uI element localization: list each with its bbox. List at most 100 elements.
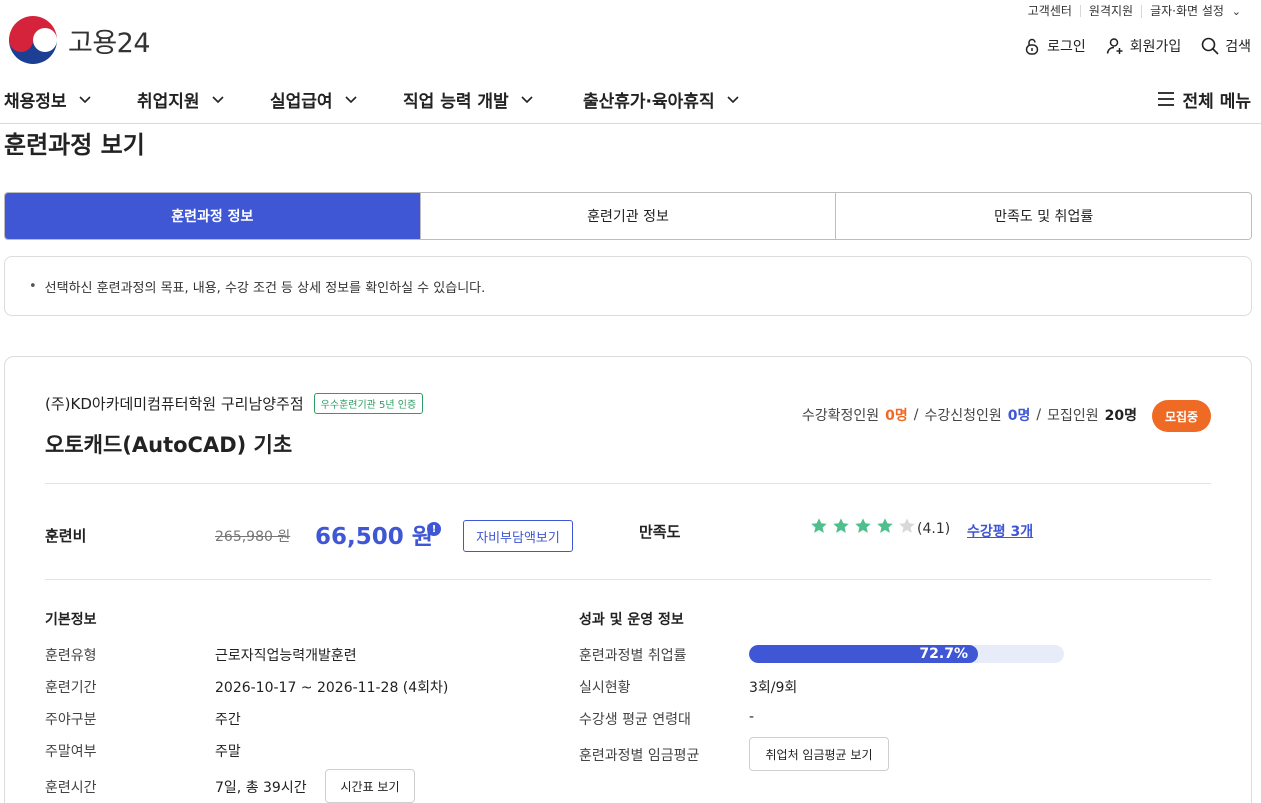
employment-rate-fill: 72.7% [749, 645, 978, 663]
star-filled-icon [855, 518, 871, 533]
notice-text: 선택하신 훈련과정의 목표, 내용, 수강 조건 등 상세 정보를 확인하실 수… [44, 280, 486, 296]
applied-value: 0명 [1007, 408, 1031, 424]
star-filled-icon [833, 518, 849, 533]
signup-label: 회원가입 [1129, 39, 1182, 55]
fee-label: 훈련비 [45, 527, 87, 545]
separator: / [913, 407, 919, 423]
discounted-fee: 66,500 원 [315, 524, 433, 550]
all-menu-label: 전체 메뉴 [1182, 91, 1251, 112]
divider [45, 483, 1211, 484]
training-period-value: 2026-10-17 ~ 2026-11-28 (4회차) [215, 680, 449, 696]
detail-tabs: 훈련과정 정보 훈련기관 정보 만족도 및 취업률 [4, 192, 1252, 240]
training-hours-label: 훈련시간 [45, 780, 97, 796]
wage-button[interactable]: 취업처 임금평균 보기 [749, 737, 889, 771]
satisfaction-label: 만족도 [639, 523, 681, 541]
applied-label: 수강신청인원 [924, 408, 1002, 424]
site-logo[interactable]: 고용24 [8, 15, 151, 65]
gnb-item-vocational-training[interactable]: 직업 능력 개발 [403, 84, 533, 114]
star-filled-icon [811, 518, 827, 533]
search-label: 검색 [1225, 39, 1251, 55]
employment-rate-label: 훈련과정별 취업률 [579, 648, 687, 664]
age-label: 수강생 평균 연령대 [579, 712, 691, 728]
star-filled-icon [877, 518, 893, 533]
chevron-down-icon: ⌄ [1231, 4, 1241, 18]
chevron-down-icon [78, 96, 91, 104]
gnb-label: 실업급여 [270, 91, 333, 112]
basic-info-title: 기본정보 [45, 612, 97, 628]
taegeuk-logo-icon [9, 16, 57, 64]
search-icon [1201, 37, 1219, 55]
bullet-icon: • [29, 278, 37, 294]
logo-text: 고용24 [68, 27, 151, 59]
institution-name[interactable]: (주)KD아카데미컴퓨터학원 구리남양주점 [45, 393, 304, 414]
course-card: (주)KD아카데미컴퓨터학원 구리남양주점 우수훈련기관 5년 인증 오토캐드(… [4, 356, 1252, 803]
reviews-link[interactable]: 수강평 3개 [967, 521, 1033, 541]
separator: / [1036, 407, 1042, 423]
star-empty-icon [899, 518, 915, 533]
gnb-label: 직업 능력 개발 [403, 91, 509, 112]
all-menu-button[interactable]: 전체 메뉴 [1157, 84, 1251, 114]
age-value: - [749, 709, 755, 725]
capacity-label: 모집인원 [1047, 408, 1099, 424]
gnb-item-parental-leave[interactable]: 출산휴가·육아휴직 [583, 84, 739, 114]
search-button[interactable]: 검색 [1201, 36, 1251, 56]
account-actions: 로그인 회원가입 검색 [1023, 36, 1251, 56]
user-add-icon [1106, 38, 1123, 54]
info-notice: • 선택하신 훈련과정의 목표, 내용, 수강 조건 등 상세 정보를 확인하실… [4, 256, 1252, 316]
global-navigation: 채용정보 취업지원 실업급여 직업 능력 개발 출산휴가·육아휴직 전체 메뉴 [0, 84, 1261, 124]
gnb-label: 취업지원 [137, 91, 200, 112]
timetable-button[interactable]: 시간표 보기 [325, 769, 415, 803]
capacity-value: 20명 [1104, 408, 1137, 424]
rating-stars [810, 517, 916, 535]
institution-row: (주)KD아카데미컴퓨터학원 구리남양주점 우수훈련기관 5년 인증 [45, 393, 424, 414]
training-hours-value: 7일, 총 39시간 [215, 780, 307, 796]
gnb-item-jobs[interactable]: 채용정보 [4, 84, 91, 114]
training-type-label: 훈련유형 [45, 648, 97, 664]
signup-button[interactable]: 회원가입 [1106, 36, 1182, 56]
status-label: 실시현황 [579, 680, 631, 696]
tab-satisfaction-employment[interactable]: 만족도 및 취업률 [835, 193, 1251, 239]
login-button[interactable]: 로그인 [1023, 36, 1086, 56]
training-type-value: 근로자직업능력개발훈련 [215, 648, 357, 664]
day-night-label: 주야구분 [45, 712, 97, 728]
gnb-label: 출산휴가·육아휴직 [583, 91, 715, 112]
weekend-value: 주말 [215, 744, 241, 760]
chevron-down-icon [211, 96, 224, 104]
chevron-down-icon [521, 96, 533, 104]
self-pay-button[interactable]: 자비부담액보기 [463, 520, 573, 552]
gnb-item-employment-support[interactable]: 취업지원 [137, 84, 224, 114]
gnb-item-unemployment-benefit[interactable]: 실업급여 [270, 84, 357, 114]
performance-title: 성과 및 운영 정보 [579, 612, 684, 628]
status-badge: 모집중 [1152, 400, 1211, 432]
chevron-down-icon [344, 96, 357, 104]
tab-institution-info[interactable]: 훈련기관 정보 [419, 193, 836, 239]
certification-badge: 우수훈련기관 5년 인증 [313, 393, 424, 414]
status-value: 3회/9회 [749, 680, 798, 696]
original-fee: 265,980 원 [215, 529, 291, 545]
divider [45, 579, 1211, 580]
wage-label: 훈련과정별 임금평균 [579, 748, 700, 764]
display-settings-button[interactable]: 글자·화면 설정 ⌄ [1141, 3, 1249, 18]
enrollment-counts: 수강확정인원 0명 / 수강신청인원 0명 / 모집인원 20명 [802, 405, 1137, 425]
info-icon[interactable]: ! [427, 522, 441, 536]
day-night-value: 주간 [215, 712, 241, 728]
confirmed-label: 수강확정인원 [801, 408, 880, 424]
top-utility-bar: 고객센터 원격지원 글자·화면 설정 ⌄ [1020, 2, 1249, 20]
customer-center-link[interactable]: 고객센터 [1020, 5, 1080, 17]
weekend-label: 주말여부 [45, 744, 97, 760]
rating-value: (4.1) [917, 521, 951, 537]
hamburger-menu-icon [1157, 92, 1174, 106]
gnb-label: 채용정보 [4, 91, 67, 112]
chevron-down-icon [727, 96, 739, 104]
tab-course-info[interactable]: 훈련과정 정보 [5, 193, 420, 239]
remote-support-link[interactable]: 원격지원 [1079, 5, 1141, 17]
login-label: 로그인 [1047, 39, 1086, 55]
display-settings-label: 글자·화면 설정 [1150, 3, 1224, 18]
training-period-label: 훈련기간 [45, 680, 97, 696]
confirmed-value: 0명 [885, 408, 908, 424]
course-title: 오토캐드(AutoCAD) 기초 [45, 433, 293, 457]
employment-rate-text: 72.7% [919, 646, 968, 662]
lock-icon [1025, 38, 1039, 55]
employment-rate-bar: 72.7% [749, 645, 1064, 663]
page-title: 훈련과정 보기 [4, 131, 145, 159]
